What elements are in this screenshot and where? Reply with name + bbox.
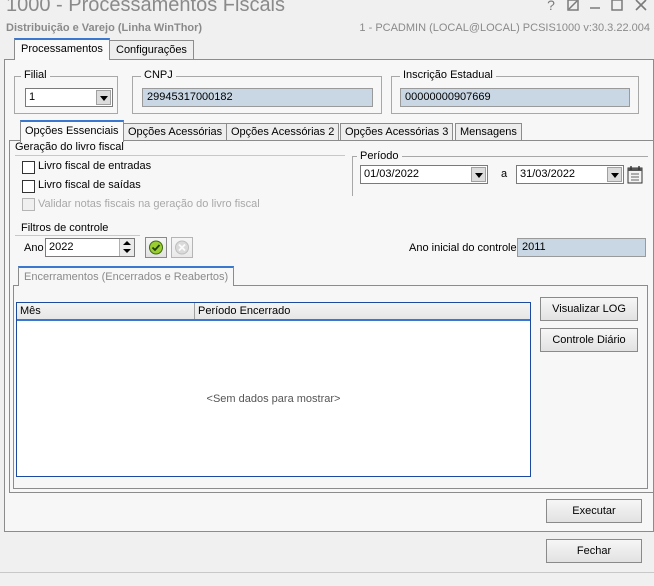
livro-saidas-label: Livro fiscal de saídas	[38, 179, 141, 191]
column-header-mes[interactable]: Mês	[17, 303, 195, 319]
periodo-end-select[interactable]: 31/03/2022	[516, 165, 624, 184]
periodo-label: Período	[357, 150, 402, 162]
spin-down-icon[interactable]	[120, 247, 134, 255]
tab-mensagens[interactable]: Mensagens	[455, 123, 522, 141]
filial-label: Filial	[21, 69, 50, 81]
chevron-down-icon[interactable]	[607, 167, 622, 182]
periodo-separator: a	[501, 168, 508, 180]
fechar-button[interactable]: Fechar	[546, 539, 642, 563]
tab-processamentos[interactable]: Processamentos	[14, 38, 110, 60]
tab-configuracoes[interactable]: Configurações	[109, 40, 194, 60]
tab-label: Configurações	[116, 44, 187, 56]
close-icon[interactable]	[634, 0, 648, 12]
periodo-start-value: 01/03/2022	[364, 168, 420, 180]
column-header-periodo[interactable]: Período Encerrado	[195, 303, 530, 319]
divider	[15, 235, 140, 236]
ano-stepper[interactable]: 2022	[45, 238, 135, 257]
tab-opcoes-essenciais[interactable]: Opções Essenciais	[20, 120, 124, 142]
check-circle-icon	[149, 240, 163, 255]
calendar-icon[interactable]	[626, 165, 644, 184]
livro-entradas-checkbox[interactable]	[22, 161, 35, 174]
visualizar-log-button[interactable]: Visualizar LOG	[540, 297, 638, 321]
maximize-icon[interactable]	[610, 0, 624, 12]
cancel-button[interactable]	[171, 237, 193, 258]
cnpj-label: CNPJ	[141, 69, 176, 81]
tab-label: Opções Essenciais	[25, 125, 119, 137]
filtros-group-label: Filtros de controle	[21, 222, 109, 234]
tab-opcoes-acessorias-2[interactable]: Opções Acessórias 2	[226, 123, 340, 141]
pin-icon[interactable]	[566, 0, 580, 12]
status-bar	[0, 572, 654, 586]
tab-label: Opções Acessórias 3	[345, 126, 449, 138]
executar-button[interactable]: Executar	[546, 499, 642, 523]
window-subtitle: Distribuição e Varejo (Linha WinThor)	[6, 22, 203, 34]
periodo-start-select[interactable]: 01/03/2022	[360, 165, 488, 184]
geracao-group-label: Geração do livro fiscal	[15, 141, 124, 153]
tab-label: Mensagens	[460, 126, 517, 138]
tab-opcoes-acessorias-3[interactable]: Opções Acessórias 3	[340, 123, 454, 141]
tab-label: Opções Acessórias	[128, 126, 223, 138]
validar-notas-label: Validar notas fiscais na geração do livr…	[38, 198, 260, 210]
ano-label: Ano	[24, 242, 44, 254]
empty-message: <Sem dados para mostrar>	[206, 393, 341, 405]
ano-inicial-field[interactable]: 2011	[517, 238, 646, 257]
ano-inicial-label: Ano inicial do controle	[409, 242, 517, 254]
ie-label: Inscrição Estadual	[400, 69, 496, 81]
tab-label: Processamentos	[21, 43, 103, 55]
session-info: 1 - PCADMIN (LOCAL@LOCAL) PCSIS1000 v:30…	[359, 22, 650, 34]
grid-header: Mês Período Encerrado	[17, 303, 530, 321]
spin-up-icon[interactable]	[120, 239, 134, 247]
filial-select[interactable]: 1	[25, 88, 113, 107]
tab-encerramentos[interactable]: Encerramentos (Encerrados e Reabertos)	[18, 266, 235, 286]
divider	[15, 155, 345, 156]
livro-saidas-checkbox[interactable]	[22, 180, 35, 193]
minimize-icon[interactable]	[588, 0, 602, 12]
tab-label: Encerramentos (Encerrados e Reabertos)	[24, 271, 229, 283]
close-circle-icon	[175, 240, 189, 255]
encerramentos-grid[interactable]: Mês Período Encerrado <Sem dados para mo…	[16, 302, 531, 477]
chevron-down-icon[interactable]	[96, 90, 111, 105]
periodo-end-value: 31/03/2022	[520, 168, 576, 180]
controle-diario-button[interactable]: Controle Diário	[540, 328, 638, 352]
filial-value: 1	[29, 91, 36, 103]
window-title: 1000 - Processamentos Fiscais	[6, 0, 286, 16]
title-bar: 1000 - Processamentos Fiscais ? Distribu…	[0, 0, 654, 36]
cnpj-field[interactable]: 29945317000182	[142, 88, 373, 107]
ano-value: 2022	[49, 241, 74, 253]
chevron-down-icon[interactable]	[471, 167, 486, 182]
ano-spin[interactable]	[119, 239, 134, 256]
validar-notas-checkbox[interactable]	[22, 198, 35, 211]
confirm-button[interactable]	[145, 237, 167, 258]
tab-label: Opções Acessórias 2	[231, 126, 335, 138]
ie-field[interactable]: 00000000907669	[400, 88, 630, 107]
tab-opcoes-acessorias[interactable]: Opções Acessórias	[123, 123, 228, 141]
help-button[interactable]: ?	[544, 0, 558, 12]
livro-entradas-label: Livro fiscal de entradas	[38, 160, 152, 172]
